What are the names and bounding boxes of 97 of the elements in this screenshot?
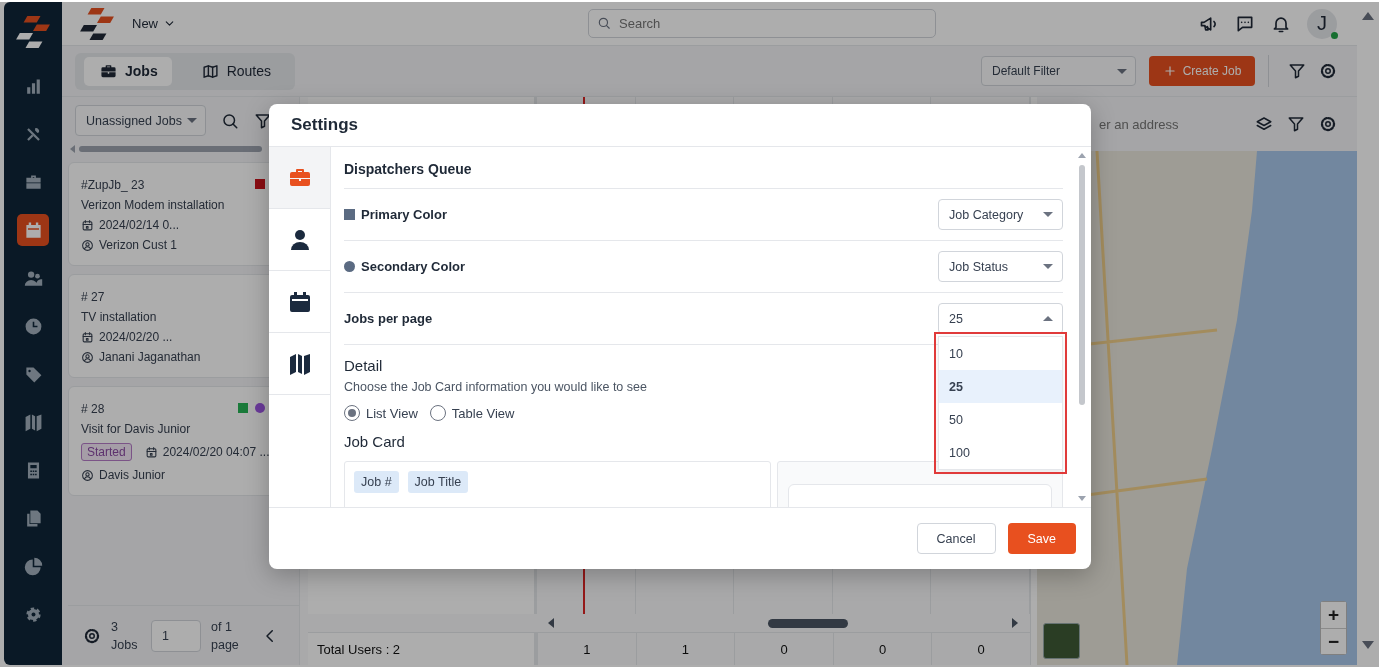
user-count: 1	[537, 633, 636, 665]
setting-select[interactable]: Job Status	[938, 251, 1063, 282]
customer-name: Janani Jaganathan	[99, 350, 201, 364]
square-marker-icon	[344, 209, 355, 220]
clock-icon	[23, 316, 43, 336]
calendar-icon	[287, 289, 312, 314]
calendar-icon	[23, 220, 43, 240]
filter-icon	[1287, 115, 1305, 133]
caret-icon	[1043, 264, 1053, 269]
user-icon	[81, 238, 94, 252]
job-date: 2024/02/14 0...	[99, 218, 180, 232]
scrollbar-thumb[interactable]	[79, 146, 262, 152]
caret-icon	[1043, 316, 1053, 321]
status-tag: Started	[81, 443, 132, 461]
new-menu[interactable]: New	[132, 16, 176, 31]
details-description: Choose the Job Card information you would like to see	[344, 380, 647, 396]
tag-icon	[23, 364, 43, 384]
scroll-left-icon	[548, 618, 554, 628]
job-title: TV installation	[81, 310, 157, 324]
calendar-icon	[144, 445, 158, 459]
dropdown-option[interactable]: 50	[939, 403, 1062, 436]
job-title: Visit for Davis Junior	[81, 422, 191, 436]
dropdown-option[interactable]: 100	[939, 436, 1062, 469]
job-count: 3 Jobs	[111, 618, 139, 654]
briefcase-icon	[100, 62, 117, 80]
calendar-icon	[81, 218, 94, 232]
setting-label: Jobs per page	[344, 311, 433, 326]
app-logo	[80, 7, 114, 40]
layers-icon	[1255, 115, 1273, 133]
view-radio[interactable]: List View	[344, 405, 418, 421]
job-date: 2024/02/20 04:07 ...	[162, 445, 270, 459]
field-chip[interactable]: Job Title	[407, 471, 469, 493]
scroll-left-icon	[70, 145, 75, 153]
details-heading: Detail	[344, 357, 383, 376]
job-title: Verizon Modem installation	[81, 198, 225, 212]
settings-tab[interactable]	[269, 333, 330, 395]
section-title: Dispatchers Queue	[344, 149, 1063, 189]
job-date: 2024/02/20 ...	[99, 330, 173, 344]
job-number: # 27	[81, 290, 105, 304]
pie-chart-icon	[23, 556, 43, 576]
page-total: of 1 page	[211, 618, 240, 654]
circle-marker-icon	[344, 261, 355, 272]
save-button[interactable]: Save	[1007, 523, 1076, 554]
scroll-right-icon	[1012, 618, 1018, 628]
scroll-down-icon[interactable]	[1362, 641, 1374, 649]
satellite-layer-button[interactable]	[1043, 623, 1080, 659]
view-radio[interactable]: Table View	[429, 405, 515, 421]
briefcase-icon	[23, 172, 43, 192]
map-icon	[23, 412, 43, 432]
field-chip[interactable]: Job #	[354, 471, 399, 493]
job-filter-select[interactable]: Unassigned Jobs	[75, 105, 206, 136]
users-icon	[23, 268, 43, 288]
zoom-out-button[interactable]: −	[1321, 628, 1346, 654]
dropdown-option[interactable]: 25	[939, 370, 1062, 403]
customer-name: Davis Junior	[99, 468, 166, 482]
setting-label: Primary Color	[361, 207, 447, 222]
user-avatar[interactable]: J	[1307, 8, 1337, 39]
map-icon	[287, 351, 312, 376]
calendar-icon	[81, 330, 94, 344]
user-icon	[81, 468, 94, 482]
caret-icon	[1117, 68, 1127, 74]
settings-tab[interactable]	[269, 209, 330, 271]
filter-icon	[1288, 62, 1306, 80]
user-count: 1	[635, 633, 735, 665]
job-number: # 28	[81, 402, 105, 416]
nav-button[interactable]	[17, 214, 49, 246]
dropdown-option[interactable]: 10	[939, 337, 1062, 370]
scrollbar-thumb[interactable]	[768, 618, 848, 628]
user-count: 0	[832, 633, 932, 665]
job-card-heading: Job Card	[344, 433, 405, 450]
filter-icon	[254, 111, 272, 130]
view-tab[interactable]: Routes	[185, 56, 286, 86]
settings-tab[interactable]	[269, 271, 330, 333]
customer-name: Verizon Cust 1	[99, 238, 178, 252]
search-field[interactable]: Search	[588, 9, 936, 38]
user-count: 0	[931, 633, 1030, 665]
address-search-field[interactable]: er an address	[1097, 115, 1241, 133]
user-count: 0	[734, 633, 833, 665]
view-tab[interactable]: Jobs	[84, 56, 172, 86]
search-icon	[221, 111, 239, 130]
job-number: #ZupJb_ 23	[81, 178, 145, 192]
cancel-button[interactable]: Cancel	[916, 523, 996, 554]
filter-select[interactable]: Default Filter	[981, 56, 1136, 86]
setting-label: Secondary Color	[361, 259, 466, 274]
plus-icon	[1162, 64, 1177, 78]
page-input[interactable]: 1	[151, 619, 201, 652]
dialog-title: Settings	[269, 104, 1091, 147]
setting-select[interactable]: 25	[938, 303, 1063, 334]
setting-select[interactable]: Job Category	[938, 199, 1063, 230]
total-users-label: Total Users : 2	[308, 633, 537, 665]
caret-icon	[187, 118, 197, 123]
caret-icon	[1043, 212, 1053, 217]
app-logo	[16, 16, 50, 48]
online-status-dot	[1331, 31, 1338, 39]
user-icon	[81, 350, 94, 364]
map-icon	[201, 62, 219, 80]
scroll-up-icon[interactable]	[1362, 12, 1374, 20]
